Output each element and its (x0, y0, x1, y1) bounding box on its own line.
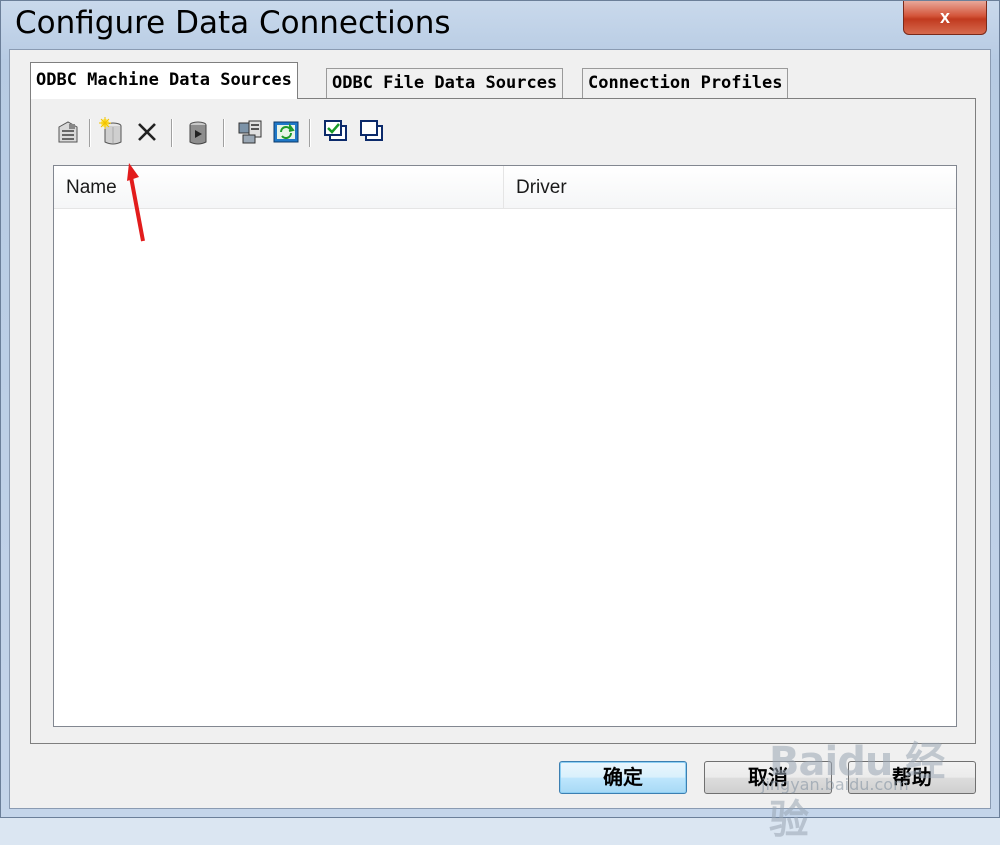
tab-panel: Name Driver (30, 98, 976, 744)
tab-connection-profiles[interactable]: Connection Profiles (582, 68, 789, 98)
data-sources-list[interactable]: Name Driver (53, 165, 957, 727)
window-title: Configure Data Connections (15, 5, 451, 41)
close-button[interactable]: x (903, 1, 987, 35)
properties-icon[interactable] (53, 115, 83, 149)
list-header: Name Driver (54, 166, 956, 209)
column-header-driver[interactable]: Driver (504, 166, 954, 208)
dialog-window: Configure Data Connections x ODBC Machin… (0, 0, 1000, 843)
toolbar-separator (309, 119, 311, 147)
configure-icon[interactable] (235, 115, 265, 149)
tab-odbc-file-data-sources[interactable]: ODBC File Data Sources (326, 68, 564, 98)
copy-icon[interactable] (357, 115, 387, 149)
toolbar (53, 115, 553, 151)
new-data-source-icon[interactable] (97, 115, 127, 149)
run-icon[interactable] (183, 115, 213, 149)
annotation-arrow-icon (127, 163, 145, 242)
baidu-watermark: Baidu 经验 jingyan.baidu.com (741, 711, 971, 843)
toolbar-separator (89, 119, 91, 147)
refresh-icon[interactable] (271, 115, 301, 149)
toolbar-separator (171, 119, 173, 147)
watermark-url: jingyan.baidu.com (761, 775, 909, 794)
delete-icon[interactable] (133, 115, 163, 149)
ok-button[interactable]: 确定 (559, 761, 687, 794)
select-all-icon[interactable] (321, 115, 351, 149)
toolbar-separator (223, 119, 225, 147)
tab-odbc-machine-data-sources[interactable]: ODBC Machine Data Sources (30, 62, 298, 99)
